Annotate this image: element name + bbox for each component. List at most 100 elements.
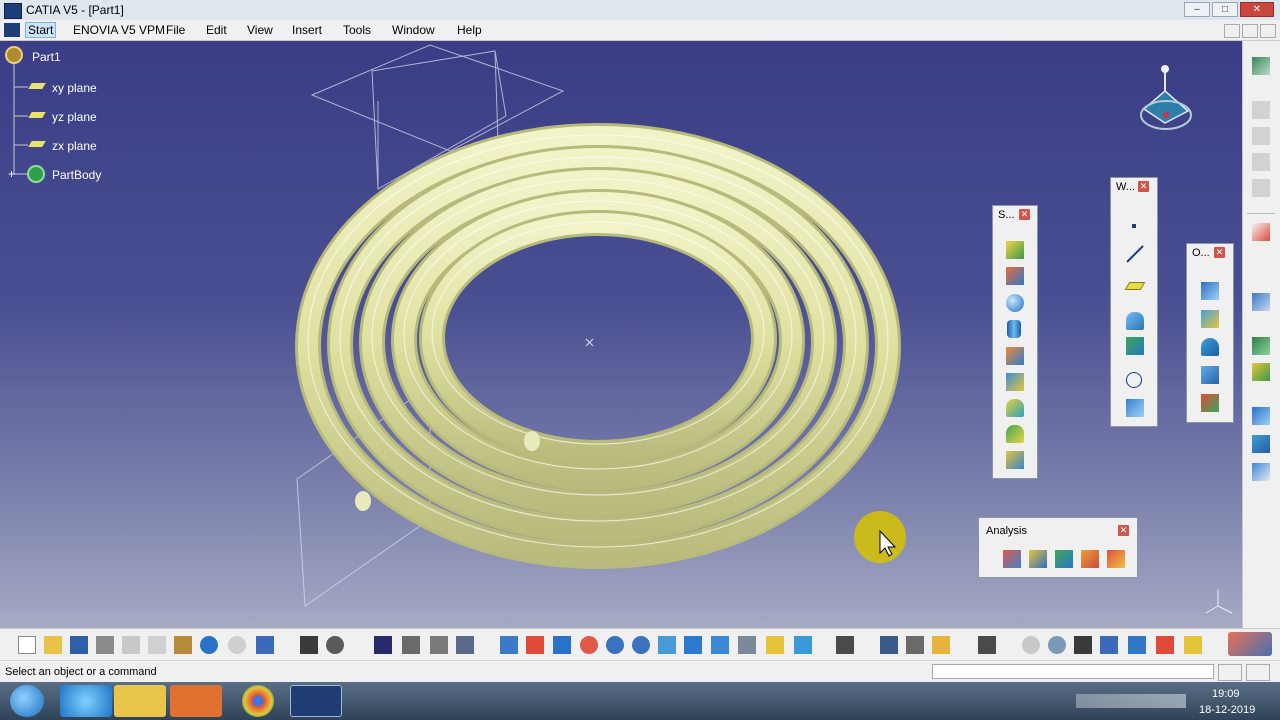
porcupine-analysis-icon[interactable] [1107,550,1125,568]
minimize-button[interactable]: – [1184,2,1210,17]
undo-icon[interactable] [200,636,218,654]
whats-this-icon[interactable] [256,636,274,654]
menu-window[interactable]: Window [392,23,435,37]
sketch-icon[interactable] [1252,293,1270,311]
tree-item-xy-plane[interactable]: xy plane [52,81,97,95]
open-icon[interactable] [44,636,62,654]
refresh-icon[interactable] [1022,636,1040,654]
menu-help[interactable]: Help [457,23,482,37]
curve-connect-checker-icon[interactable] [1029,550,1047,568]
surface-curvature-icon[interactable] [1081,550,1099,568]
save-icon[interactable] [70,636,88,654]
boundary-icon[interactable] [1201,338,1219,356]
measure-inertia-icon[interactable] [932,636,950,654]
command-input[interactable] [932,664,1214,679]
status-button-2[interactable] [1246,664,1270,681]
3d-viewport[interactable]: + Part1 xy plane yz plane zx plane PartB… [0,41,1242,628]
join-icon[interactable] [1201,282,1219,300]
circle-icon[interactable] [1126,372,1142,388]
fit-all-icon[interactable] [526,636,544,654]
new-icon[interactable] [18,636,36,654]
connect-checker-icon[interactable] [1003,550,1021,568]
select-arrow-icon[interactable] [1252,223,1270,241]
surfaces-toolbar[interactable]: S... ✕ [992,205,1038,479]
copy-icon[interactable] [148,636,166,654]
revolve-surface-icon[interactable] [1006,267,1024,285]
measure-icon[interactable] [836,636,854,654]
hide-show-icon[interactable] [766,636,784,654]
close-icon[interactable]: ✕ [1138,181,1149,192]
reorder-icon[interactable] [430,636,448,654]
projection-icon[interactable] [1126,312,1144,330]
zoom-out-icon[interactable] [632,636,650,654]
close-window-button[interactable]: ✕ [1240,2,1274,17]
iso-view-icon[interactable] [711,636,729,654]
menu-enovia[interactable]: ENOVIA V5 VPM [73,23,165,37]
menu-tools[interactable]: Tools [343,23,371,37]
taskbar-chrome-icon[interactable] [242,685,274,717]
menu-edit[interactable]: Edit [206,23,227,37]
split-icon[interactable] [1201,310,1219,328]
compass-small-icon[interactable] [1048,636,1066,654]
plane-icon[interactable] [1124,282,1146,290]
tree-item-partbody[interactable]: PartBody [52,168,101,182]
grid-icon[interactable] [1100,636,1118,654]
construction-icon[interactable] [1156,636,1174,654]
print-icon[interactable] [96,636,114,654]
menu-view[interactable]: View [247,23,273,37]
shading-icon[interactable] [738,636,756,654]
multisection-surface-icon[interactable] [1006,425,1024,443]
zoom-in-icon[interactable] [606,636,624,654]
wireframe-toolbar[interactable]: W... ✕ [1110,177,1158,427]
taskbar-catia-icon[interactable] [290,685,342,717]
tree-item-zx-plane[interactable]: zx plane [52,139,97,153]
law-icon[interactable] [1252,435,1270,453]
measure-item-icon[interactable] [906,636,924,654]
status-button-1[interactable] [1218,664,1242,681]
spiral-coil[interactable] [295,123,901,569]
formula-icon[interactable] [300,636,318,654]
fly-mode-icon[interactable] [500,636,518,654]
doc-restore-button[interactable] [1242,24,1258,38]
grid-table-icon[interactable] [374,636,392,654]
sphere-icon[interactable] [1006,294,1024,312]
doc-minimize-button[interactable] [1224,24,1240,38]
cut-icon[interactable] [122,636,140,654]
replication-icon[interactable] [1252,463,1270,481]
rotate-icon[interactable] [580,636,598,654]
translate-icon[interactable] [1201,394,1219,412]
doc-close-button[interactable] [1260,24,1276,38]
workbench-icon[interactable] [1252,57,1270,75]
update-icon[interactable] [1252,337,1270,355]
intersection-icon[interactable] [1126,337,1144,355]
taskbar-media-player-icon[interactable] [170,685,222,717]
blend-icon[interactable] [1006,451,1024,469]
analysis-display-icon[interactable] [1184,636,1202,654]
close-icon[interactable]: ✕ [1118,525,1129,536]
fill-icon[interactable] [1006,399,1024,417]
close-icon[interactable]: ✕ [1019,209,1030,220]
compass-icon[interactable] [1140,65,1192,130]
tray-icons[interactable] [1076,694,1186,708]
analysis-toolbar[interactable]: Analysis ✕ [978,517,1138,578]
offset-icon[interactable] [1006,347,1024,365]
knowledge-icon[interactable] [1252,407,1270,425]
menu-start[interactable]: Start [24,22,57,38]
axis-system-icon[interactable] [1074,636,1092,654]
close-icon[interactable]: ✕ [1214,247,1225,258]
catalog-icon[interactable] [456,636,474,654]
operations-toolbar[interactable]: O... ✕ [1186,243,1234,423]
multi-view-icon[interactable] [684,636,702,654]
pan-icon[interactable] [553,636,571,654]
swap-visible-space-icon[interactable] [794,636,812,654]
point-icon[interactable] [1132,224,1136,228]
normal-view-icon[interactable] [658,636,676,654]
cylinder-icon[interactable] [1007,320,1021,338]
capture-icon[interactable] [978,636,996,654]
constraint-icon[interactable] [1252,363,1270,381]
redo-icon[interactable] [228,636,246,654]
menu-insert[interactable]: Insert [292,23,322,37]
paste-icon[interactable] [174,636,192,654]
measure-between-icon[interactable] [880,636,898,654]
comment-icon[interactable] [326,636,344,654]
